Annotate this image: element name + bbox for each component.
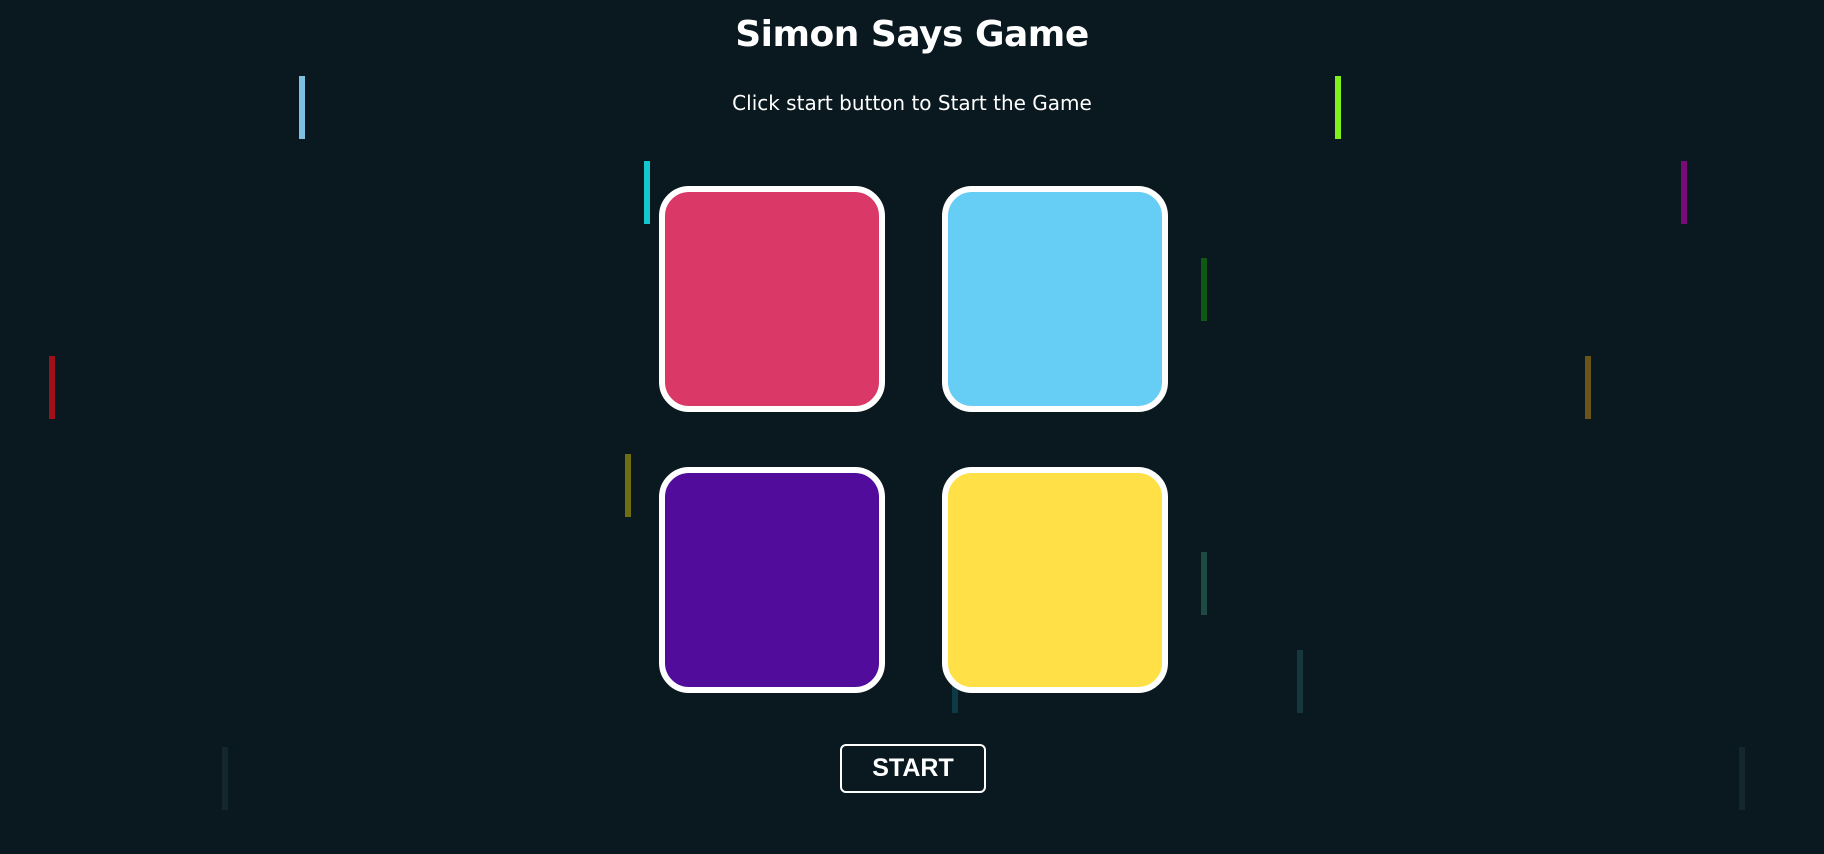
decorative-streak xyxy=(299,76,305,139)
decorative-streak xyxy=(1297,650,1303,713)
game-status-text: Click start button to Start the Game xyxy=(732,91,1092,115)
decorative-streak xyxy=(49,356,55,419)
decorative-streak xyxy=(644,161,650,224)
purple-pad[interactable] xyxy=(659,467,885,693)
decorative-streak xyxy=(1739,747,1745,810)
decorative-streak xyxy=(222,747,228,810)
red-pad[interactable] xyxy=(659,186,885,412)
decorative-streak xyxy=(1201,552,1207,615)
start-button[interactable]: START xyxy=(840,744,986,793)
yellow-pad[interactable] xyxy=(942,467,1168,693)
decorative-streak xyxy=(1585,356,1591,419)
decorative-streak xyxy=(1335,76,1341,139)
blue-pad[interactable] xyxy=(942,186,1168,412)
game-title: Simon Says Game xyxy=(735,14,1089,55)
decorative-streak xyxy=(1201,258,1207,321)
decorative-streak xyxy=(625,454,631,517)
decorative-streak xyxy=(1681,161,1687,224)
